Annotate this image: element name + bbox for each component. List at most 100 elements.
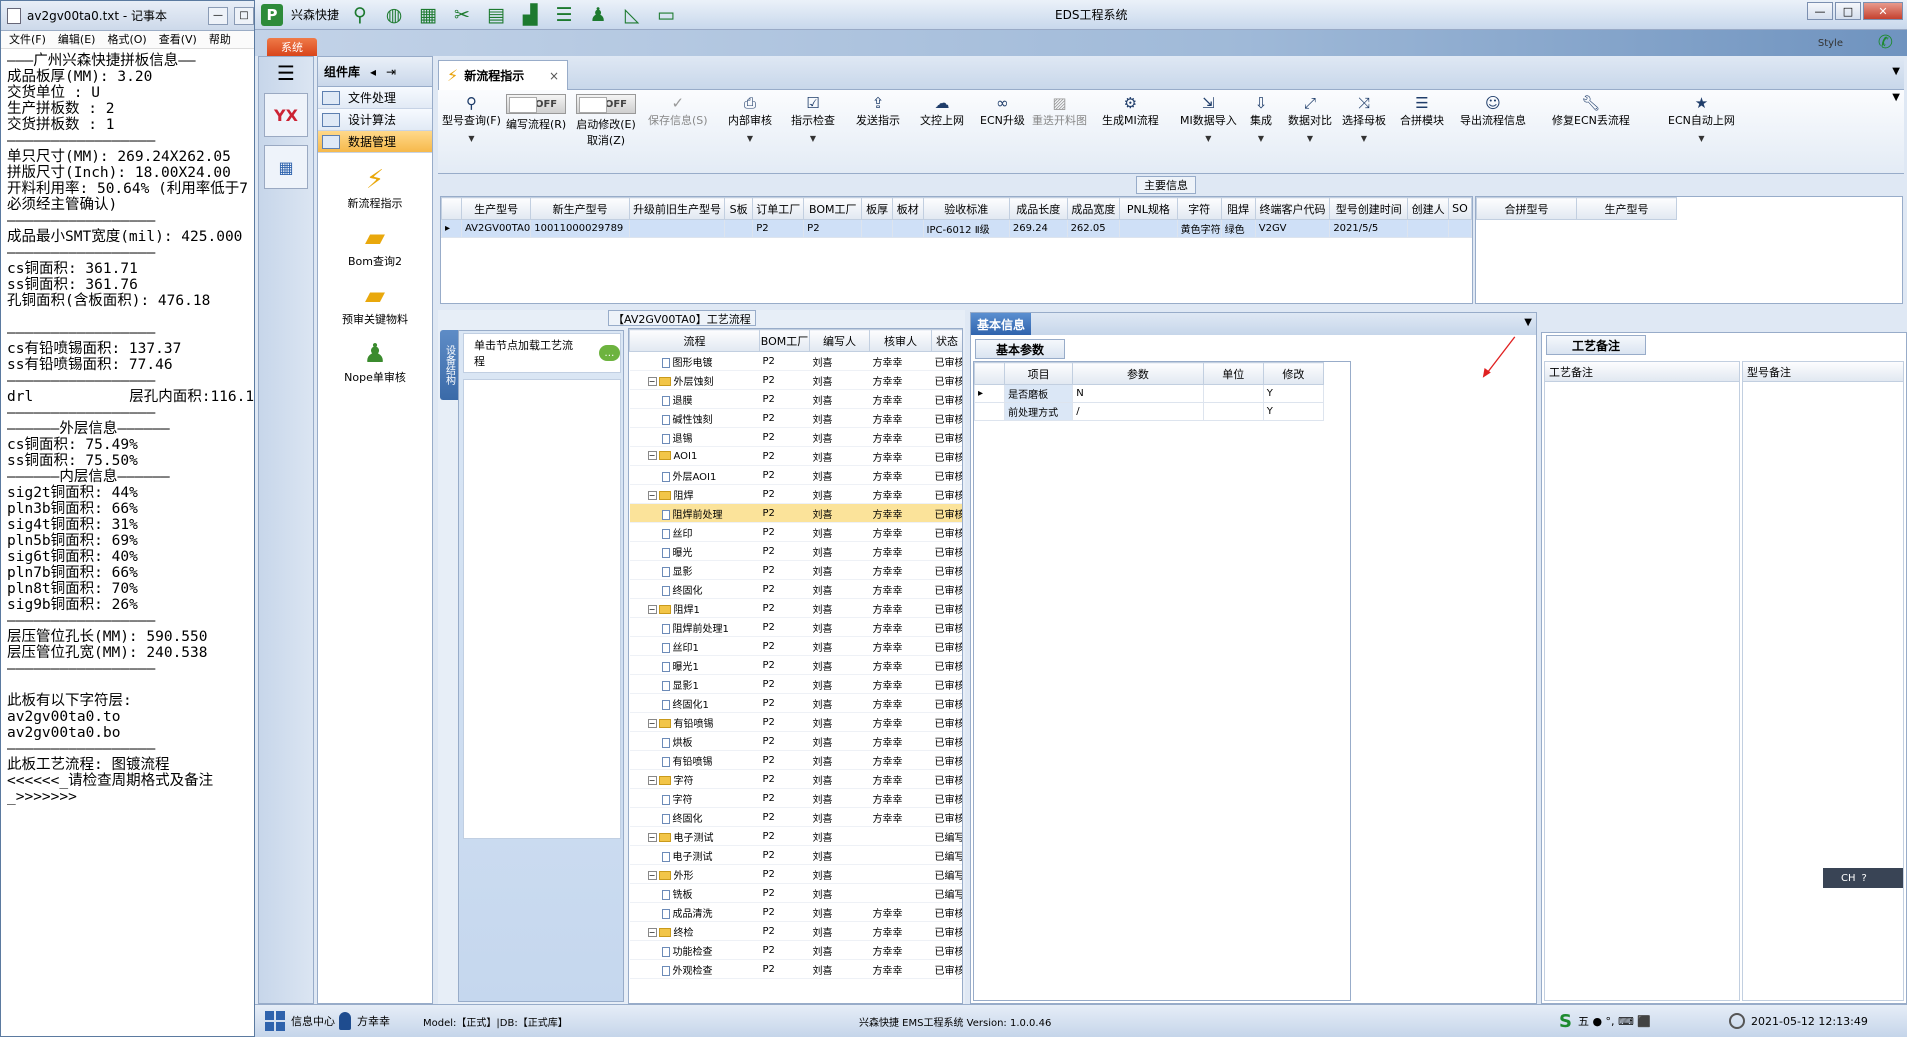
tree-row[interactable]: 曝光 P2 刘喜 方幸幸 已审核 [629,541,962,561]
style-menu[interactable]: Style [1818,38,1843,49]
chevron-down-icon[interactable]: ▼ [1892,66,1900,77]
collapse-icon[interactable]: − [647,377,657,386]
collapse-icon[interactable]: − [647,833,657,842]
tree-row[interactable]: 显影1 P2 刘喜 方幸幸 已审核 [629,674,962,694]
tree-row[interactable]: 电子测试 P2 刘喜 已编写 [629,845,962,865]
column-header[interactable]: 参数 [1072,362,1204,385]
write-flow-toggle[interactable]: OFF 编写流程(R) [506,94,566,132]
column-header[interactable]: 核审人 [869,329,932,352]
film-icon[interactable]: ▤ [483,3,509,27]
tree-row[interactable]: 外层AOI1 P2 刘喜 方幸幸 已审核 [629,465,962,485]
notepad-menu-help[interactable]: 帮助 [209,31,231,48]
tree-row[interactable]: 终固化 P2 刘喜 方幸幸 已审核 [629,579,962,599]
column-header[interactable]: 升级前旧生产型号 [629,197,726,220]
collapse-icon[interactable]: − [647,928,657,937]
doc-online-button[interactable]: ☁ 文控上网 [920,94,964,128]
mi-import-button[interactable]: ⇲ MI数据导入 ▼ [1180,94,1237,143]
integrate-button[interactable]: ⇩ 集成 ▼ [1250,94,1272,143]
tool-nope-review[interactable]: ♟ Nope单审核 [318,339,432,385]
tree-row[interactable]: 曝光1 P2 刘喜 方幸幸 已审核 [629,655,962,675]
column-header[interactable]: 字符 [1176,197,1222,220]
column-header[interactable]: 新生产型号 [530,197,631,220]
tree-row[interactable]: − 电子测试 P2 刘喜 已编写 [629,826,962,846]
column-header[interactable]: 生产型号 [460,197,532,220]
table-cell[interactable]: / [1072,402,1204,421]
notepad-text-area[interactable]: ———广州兴森快捷拼板信息—— 成品板厚(MM): 3.20 交货单位 : U 生产拼… [1,49,254,1034]
column-header[interactable]: 验收标准 [922,197,1010,220]
load-flow-hint[interactable]: 单击节点加载工艺流程 … [463,333,621,373]
internal-review-button[interactable]: ⎙ 内部审核 ▼ [728,94,772,143]
chevron-down-icon[interactable]: ▼ [1892,92,1900,103]
select-motherboard-button[interactable]: ⤨ 选择母板 ▼ [1342,94,1386,143]
column-header[interactable]: 流程 [629,329,760,352]
notepad-minimize-button[interactable]: — [208,6,228,25]
column-header[interactable]: 成品宽度 [1066,197,1121,220]
tree-row[interactable]: − 阻焊1 P2 刘喜 方幸幸 已审核 [629,598,962,618]
collapse-icon[interactable]: − [647,871,657,880]
table-cell[interactable]: N [1072,384,1204,403]
tree-row[interactable]: 终固化1 P2 刘喜 方幸幸 已审核 [629,693,962,713]
instruction-check-button[interactable]: ☑ 指示检查 ▼ [791,94,835,143]
phone-icon[interactable]: ✆ [1878,32,1893,53]
column-header[interactable]: 阻焊 [1220,197,1256,220]
column-header[interactable]: PNL规格 [1119,197,1178,220]
ecn-auto-online-button[interactable]: ★ ECN自动上网 ▼ [1668,94,1735,143]
tree-row[interactable]: 终固化 P2 刘喜 方幸幸 已审核 [629,807,962,827]
nav-data-management[interactable]: 数据管理 [318,131,432,153]
tree-row[interactable]: 图形电镀 P2 刘喜 方幸幸 已审核 [629,351,962,371]
notepad-titlebar[interactable]: av2gv00ta0.txt - 记事本 — □ [1,1,254,31]
collapse-left-icon[interactable]: ◂ [370,65,376,79]
tree-row[interactable]: − AOI1 P2 刘喜 方幸幸 已审核 [629,446,962,466]
table-row[interactable]: 前处理方式 / Y [973,402,1325,421]
notepad-menu-format[interactable]: 格式(O) [107,31,146,48]
scissors-icon[interactable]: ✂ [449,3,475,27]
tree-row[interactable]: 字符 P2 刘喜 方幸幸 已审核 [629,788,962,808]
column-header[interactable]: SO [1448,197,1472,220]
collapse-icon[interactable]: − [647,491,657,500]
send-instruction-button[interactable]: ⇪ 发送指示 [856,94,900,128]
notepad-menu-file[interactable]: 文件(F) [9,31,46,48]
list-icon[interactable]: ☰ [551,3,577,27]
tree-row[interactable]: − 字符 P2 刘喜 方幸幸 已审核 [629,769,962,789]
column-header[interactable]: 板厚 [861,197,893,220]
query-button[interactable]: ⚲ 型号查询(F) ▼ [442,94,501,143]
tree-row[interactable]: 成品清洗 P2 刘喜 方幸幸 已审核 [629,902,962,922]
tree-row[interactable]: 丝印 P2 刘喜 方幸幸 已审核 [629,522,962,542]
off-switch[interactable]: OFF [506,94,567,114]
tree-row[interactable]: 阻焊前处理 P2 刘喜 方幸幸 已审核 [629,503,962,523]
tree-row[interactable]: 退膜 P2 刘喜 方幸幸 已审核 [629,389,962,409]
tree-row[interactable]: 外观检查 P2 刘喜 方幸幸 已审核 [629,959,962,979]
user-icon[interactable]: ♟ [585,3,611,27]
off-switch[interactable]: OFF [576,94,636,114]
nav-design-algorithm[interactable]: 设计算法 [318,109,432,131]
tree-row[interactable]: − 终检 P2 刘喜 方幸幸 已审核 [629,921,962,941]
column-header[interactable]: 成品长度 [1008,197,1068,220]
search-icon[interactable]: ⚲ [347,3,373,27]
ime-lang[interactable]: CH [1841,873,1856,884]
tab-close-icon[interactable]: × [549,69,559,83]
system-tab[interactable]: 系统 [267,38,317,56]
column-header[interactable]: 板材 [891,197,924,220]
tree-row[interactable]: 显影 P2 刘喜 方幸幸 已审核 [629,560,962,580]
tree-row[interactable]: − 外层蚀刻 P2 刘喜 方幸幸 已审核 [629,370,962,390]
tree-row[interactable]: 阻焊前处理1 P2 刘喜 方幸幸 已审核 [629,617,962,637]
column-header[interactable]: 项目 [1004,362,1074,385]
column-header[interactable]: 修改 [1262,362,1325,385]
fix-ecn-button[interactable]: 🔧︎ 修复ECN丢流程 [1552,94,1630,128]
tree-row[interactable]: 功能检查 P2 刘喜 方幸幸 已审核 [629,940,962,960]
equipment-structure-tab[interactable]: 设备结构 [440,330,458,400]
column-header[interactable]: 终端客户代码 [1254,197,1331,220]
table-row[interactable]: ▸ AV2GV00TA0 10011000029789 P2 P2 IPC-6012 Ⅱ级… [441,219,1472,238]
menu-icon[interactable]: ☰ [259,61,313,85]
ime-status[interactable]: S 五 ● °, ⌨ ⬛ [1559,1011,1651,1032]
merge-model-header[interactable]: 合拼型号 [1476,197,1577,220]
notepad-menu-view[interactable]: 查看(V) [159,31,197,48]
tree-row[interactable]: 铣板 P2 刘喜 已编写 [629,883,962,903]
column-header[interactable]: S板 [724,197,754,220]
maximize-button[interactable]: □ [1835,2,1861,20]
column-header[interactable]: BOM工厂 [759,329,810,352]
calculator-module-icon[interactable]: ▦ [264,145,308,189]
nav-file-processing[interactable]: 文件处理 [318,87,432,109]
basic-info-tab[interactable]: 基本信息 [971,313,1031,335]
column-header[interactable]: 状态 [931,329,962,352]
